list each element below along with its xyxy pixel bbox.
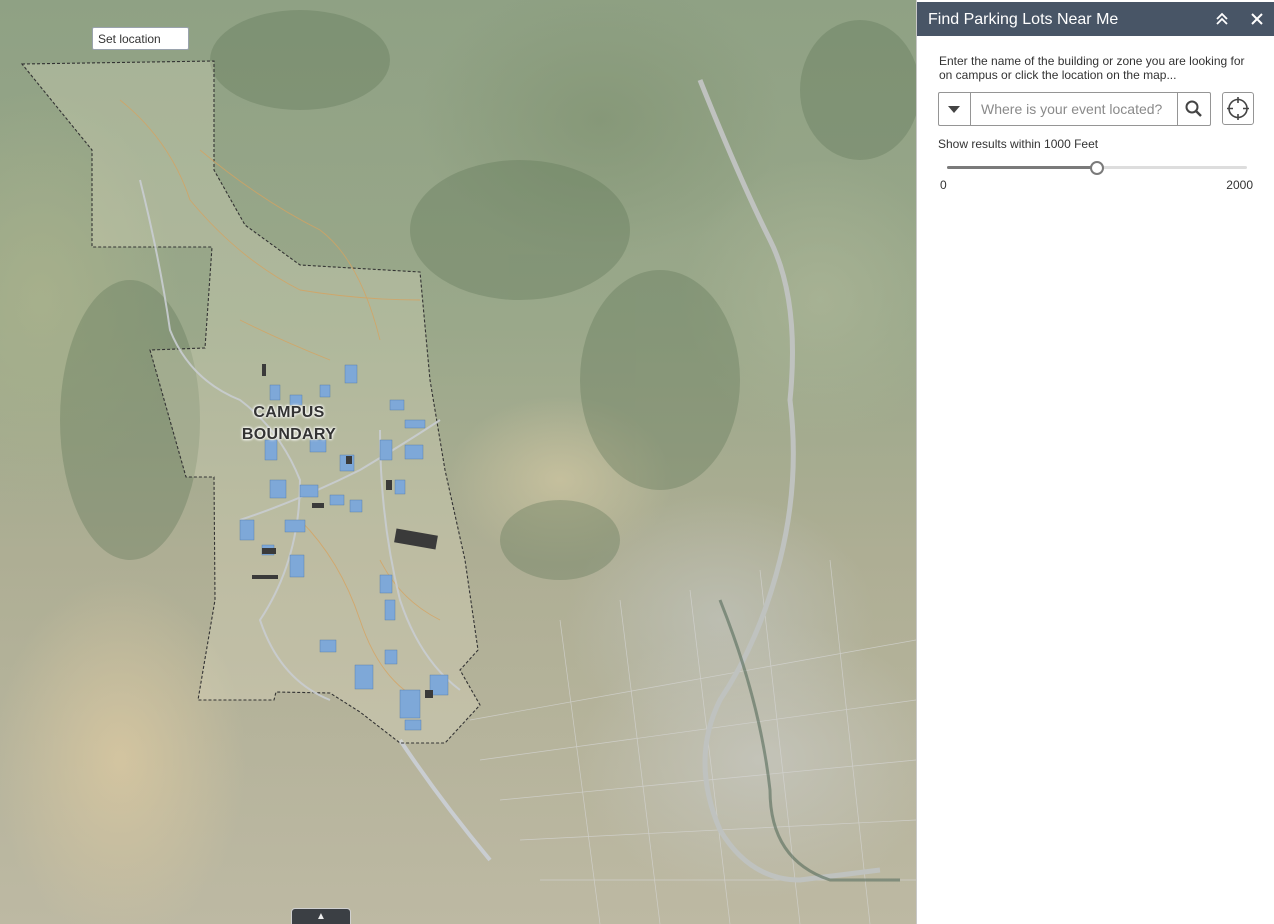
search-radius-label: Show results within 1000 Feet [938,137,1099,151]
campus-boundary-label: CAMPUS BOUNDARY [230,402,348,446]
find-parking-panel: Find Parking Lots Near Me Enter the name… [916,0,1274,924]
panel-header: Find Parking Lots Near Me [917,2,1274,36]
panel-instructions: Enter the name of the building or zone y… [939,54,1245,82]
slider-max-label: 2000 [1226,178,1253,192]
attribute-table-toggle[interactable]: ▲ [291,908,351,924]
search-source-dropdown[interactable] [938,92,971,126]
double-chevron-up-icon [1216,12,1228,25]
slider-fill [947,166,1097,169]
collapse-panel-button[interactable] [1211,8,1233,30]
set-location-button[interactable]: Set location [92,27,189,50]
slider-min-label: 0 [940,178,947,192]
slider-thumb[interactable] [1090,161,1104,175]
search-button[interactable] [1177,92,1211,126]
close-icon [1251,13,1263,25]
locate-on-map-button[interactable] [1222,92,1254,125]
close-panel-button[interactable] [1246,8,1268,30]
caret-down-icon [948,106,960,113]
crosshair-icon [1227,97,1249,120]
campus-label-line2: BOUNDARY [241,426,337,443]
caret-up-icon: ▲ [316,911,326,922]
panel-title: Find Parking Lots Near Me [928,11,1119,28]
map-overlay [20,10,916,924]
map-view[interactable]: Set location CAMPUS BOUNDARY ▲ [0,0,916,924]
location-search-input[interactable] [971,92,1178,126]
search-icon [1185,100,1202,117]
campus-label-line1: CAMPUS [253,404,325,421]
